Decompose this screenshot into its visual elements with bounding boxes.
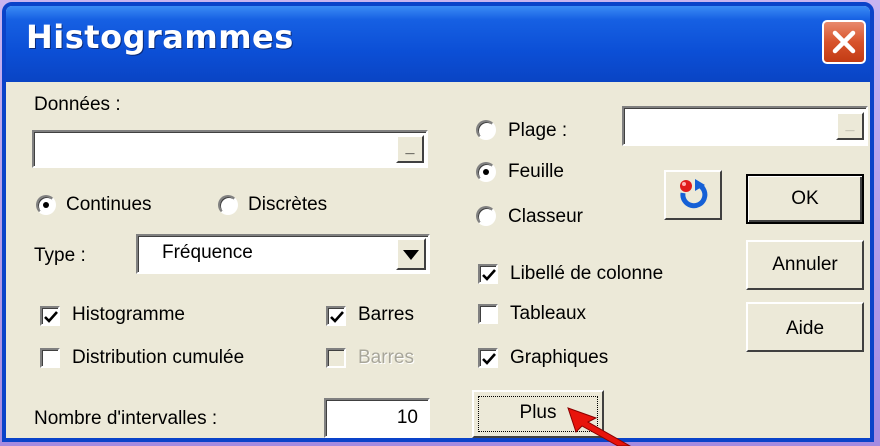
- barres-disabled-label: Barres: [358, 347, 414, 368]
- intervals-label: Nombre d'intervalles :: [34, 408, 218, 429]
- type-dropdown-button[interactable]: [396, 238, 426, 270]
- close-button[interactable]: [822, 20, 866, 64]
- ok-label: OK: [791, 188, 819, 209]
- discretes-label: Discrètes: [248, 194, 328, 215]
- checkbox-barres-disabled: [326, 348, 346, 368]
- radio-dot: [483, 169, 489, 175]
- refresh-icon: [680, 179, 708, 209]
- checkbox-libelle[interactable]: [478, 264, 498, 284]
- feuille-label: Feuille: [508, 161, 564, 182]
- dialog-body: Données : _ Continues Discrètes Type : F…: [6, 82, 870, 438]
- type-select[interactable]: Fréquence: [136, 234, 430, 274]
- classeur-label: Classeur: [508, 206, 583, 227]
- checkmark-icon: [482, 269, 496, 281]
- data-range-picker-button[interactable]: _: [396, 135, 424, 163]
- intervals-value: 10: [396, 407, 418, 428]
- plage-label: Plage :: [508, 120, 568, 141]
- checkmark-icon: [330, 311, 344, 323]
- barres-label: Barres: [358, 304, 414, 325]
- radio-plage[interactable]: [476, 120, 496, 140]
- checkbox-tableaux[interactable]: [478, 304, 498, 324]
- radio-classeur[interactable]: [476, 206, 496, 226]
- checkmark-icon: [44, 311, 58, 323]
- checkbox-distribution-cumulee[interactable]: [40, 348, 60, 368]
- annuler-button[interactable]: Annuler: [746, 240, 864, 290]
- type-value: Fréquence: [162, 242, 253, 263]
- checkbox-barres[interactable]: [326, 306, 346, 326]
- radio-dot: [43, 202, 49, 208]
- distribution-cumulee-label: Distribution cumulée: [72, 347, 245, 368]
- ok-button[interactable]: OK: [746, 174, 864, 224]
- annuler-label: Annuler: [772, 254, 838, 275]
- picker-label: _: [845, 116, 855, 133]
- dialog-window: Histogrammes Données : _ Continues Discr…: [2, 2, 874, 442]
- checkbox-graphiques[interactable]: [478, 348, 498, 368]
- title-bar[interactable]: Histogrammes: [6, 6, 870, 82]
- radio-discretes[interactable]: [218, 195, 238, 215]
- continues-label: Continues: [66, 194, 152, 215]
- intervals-input[interactable]: 10: [324, 398, 430, 438]
- libelle-label: Libellé de colonne: [510, 263, 664, 284]
- plage-input[interactable]: _: [622, 106, 868, 146]
- tableaux-label: Tableaux: [510, 303, 587, 324]
- radio-feuille[interactable]: [476, 162, 496, 182]
- aide-button[interactable]: Aide: [746, 302, 864, 352]
- checkmark-icon: [482, 353, 496, 365]
- radio-continues[interactable]: [36, 195, 56, 215]
- chevron-down-icon: [403, 250, 419, 260]
- type-label: Type :: [34, 245, 86, 266]
- close-icon: [832, 30, 856, 54]
- graphiques-label: Graphiques: [510, 347, 609, 368]
- refresh-button[interactable]: [664, 170, 722, 220]
- checkbox-histogramme[interactable]: [40, 306, 60, 326]
- picker-label: _: [405, 139, 415, 156]
- plage-picker-button: _: [836, 112, 864, 140]
- data-label: Données :: [34, 94, 121, 115]
- window-title: Histogrammes: [26, 18, 294, 56]
- histogramme-label: Histogramme: [72, 304, 185, 325]
- aide-label: Aide: [785, 318, 825, 339]
- data-range-input[interactable]: _: [32, 130, 428, 168]
- pointer-arrow-icon: [567, 407, 632, 446]
